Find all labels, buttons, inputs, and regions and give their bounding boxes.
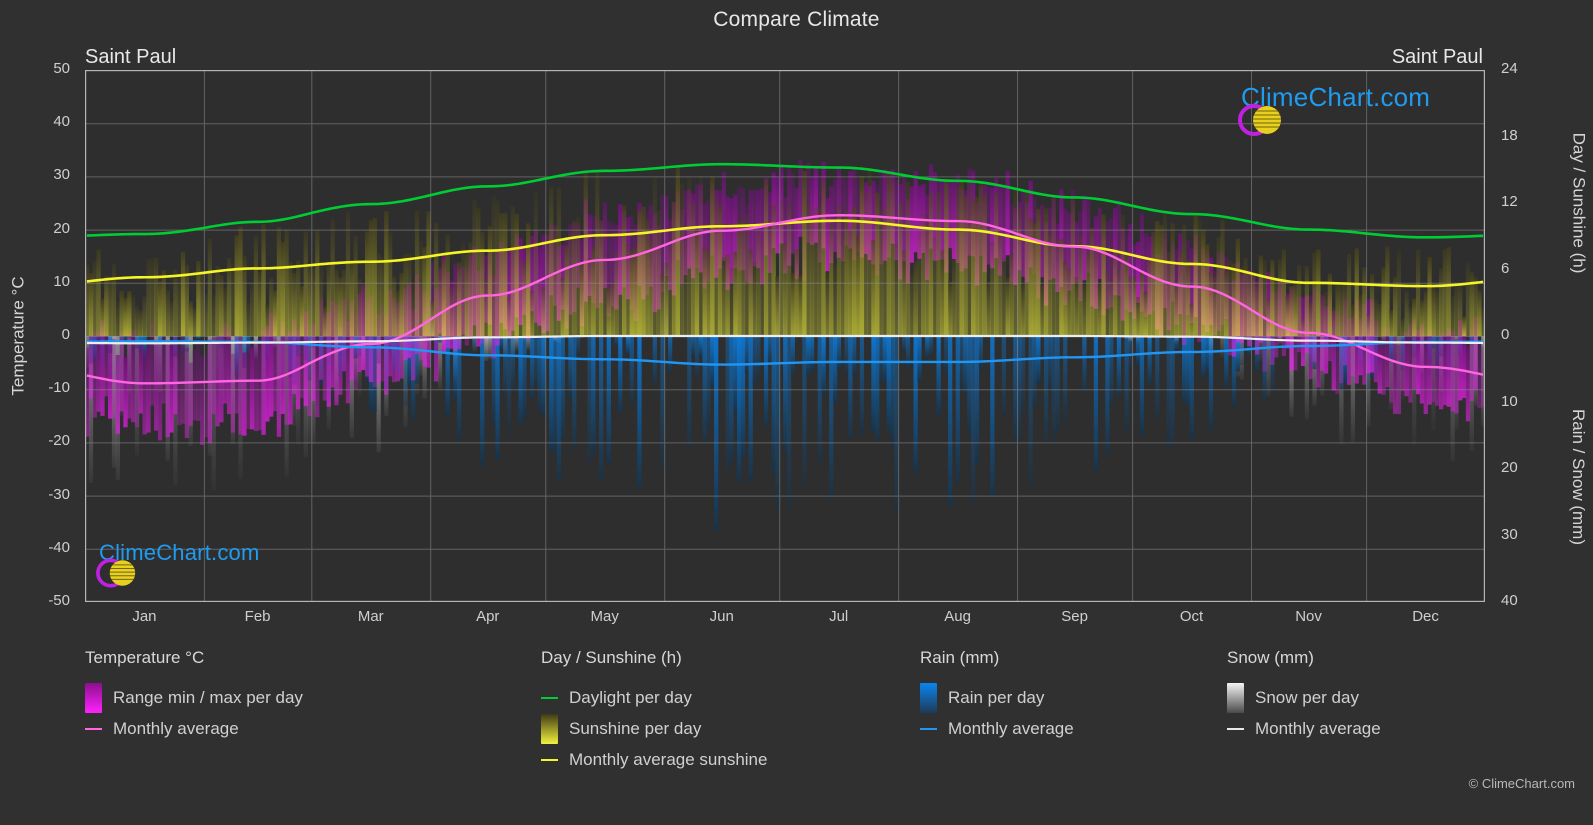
legend-item-rain-average[interactable]: Monthly average: [920, 713, 1074, 744]
legend-group-rain: Rain (mm) Rain per day Monthly average: [920, 648, 1074, 744]
legend-label-temp-range: Range min / max per day: [113, 687, 303, 707]
climechart-logo-top: ClimeChart.com: [1235, 82, 1430, 136]
legend-label-sunshine-average: Monthly average sunshine: [569, 749, 768, 769]
y-tick-right-mm-10: 10: [1501, 392, 1518, 410]
legend-head-snow: Snow (mm): [1227, 648, 1314, 667]
legend-group-temperature: Temperature °C Range min / max per day M…: [85, 648, 303, 744]
x-tick-dec: Dec: [1412, 608, 1439, 625]
temp-range-swatch: [85, 682, 102, 713]
y-tick-right-hours-0: 0: [1501, 326, 1510, 343]
chart-legend: Temperature °C Range min / max per day M…: [0, 648, 1593, 798]
y-axis-title-right-top: Day / Sunshine (h): [1569, 132, 1589, 274]
y-tick-left-40: 40: [53, 113, 70, 131]
sunshine-average-line-swatch: [541, 745, 558, 775]
legend-head-temperature: Temperature °C: [85, 648, 205, 667]
y-axis-title-right-bottom: Rain / Snow (mm): [1569, 408, 1588, 546]
sunshine-swatch: [541, 713, 558, 744]
legend-label-rain: Rain per day: [948, 687, 1045, 707]
legend-group-snow: Snow (mm) Snow per day Monthly average: [1227, 648, 1381, 744]
y-tick-left-30: 30: [53, 166, 70, 184]
legend-label-daylight: Daylight per day: [569, 687, 692, 707]
y-tick-left-neg40: -40: [48, 538, 70, 556]
y-tick-left-neg10: -10: [48, 379, 70, 397]
legend-item-sunshine-average[interactable]: Monthly average sunshine: [541, 744, 767, 775]
y-tick-right-mm-30: 30: [1501, 525, 1518, 543]
snow-average-line-swatch: [1227, 714, 1244, 744]
x-tick-oct: Oct: [1179, 608, 1204, 625]
page-title: Compare Climate: [713, 8, 880, 31]
snow-swatch: [1227, 682, 1244, 713]
y-tick-right-mm-20: 20: [1501, 459, 1518, 476]
legend-item-snow-average[interactable]: Monthly average: [1227, 713, 1381, 744]
y-tick-left-20: 20: [53, 219, 70, 237]
legend-item-daylight[interactable]: Daylight per day: [541, 682, 767, 713]
city-label-left: Saint Paul: [85, 46, 177, 68]
y-tick-right-hours-12: 12: [1501, 193, 1518, 210]
climate-chart-page: Compare Climate Saint Paul Saint Paul Cl…: [0, 0, 1593, 825]
x-tick-feb: Feb: [244, 608, 271, 625]
y-tick-right-hours-24: 24: [1501, 60, 1518, 77]
legend-label-sunshine: Sunshine per day: [569, 718, 702, 738]
legend-item-rain[interactable]: Rain per day: [920, 682, 1074, 713]
daylight-line-swatch: [541, 683, 558, 713]
y-tick-left-neg20: -20: [48, 432, 70, 450]
y-tick-left-10: 10: [53, 272, 70, 290]
y-tick-right-mm-40: 40: [1501, 592, 1518, 609]
rain-swatch: [920, 682, 937, 713]
y-tick-left-neg30: -30: [48, 485, 70, 503]
rain-average-line-swatch: [920, 714, 937, 744]
legend-item-sunshine[interactable]: Sunshine per day: [541, 713, 767, 744]
city-label-right: Saint Paul: [1391, 46, 1483, 68]
legend-label-snow: Snow per day: [1255, 687, 1359, 707]
x-tick-mar: Mar: [357, 608, 384, 625]
x-tick-jun: Jun: [709, 608, 734, 625]
y-tick-right-hours-18: 18: [1501, 126, 1518, 144]
legend-head-sunshine: Day / Sunshine (h): [541, 648, 682, 667]
copyright-notice: © ClimeChart.com: [1468, 776, 1575, 791]
y-tick-left-50: 50: [53, 60, 70, 77]
x-tick-apr: Apr: [476, 608, 500, 625]
legend-label-snow-average: Monthly average: [1255, 718, 1381, 738]
x-tick-nov: Nov: [1295, 608, 1322, 625]
legend-item-snow[interactable]: Snow per day: [1227, 682, 1381, 713]
y-tick-right-hours-6: 6: [1501, 259, 1510, 277]
x-tick-aug: Aug: [944, 608, 971, 625]
climechart-logo-bottom: ClimeChart.com: [93, 540, 260, 588]
legend-label-temp-average: Monthly average: [113, 718, 239, 738]
x-tick-jul: Jul: [829, 608, 849, 625]
legend-item-temp-average[interactable]: Monthly average: [85, 713, 303, 744]
x-tick-may: May: [590, 608, 619, 625]
legend-item-temp-range[interactable]: Range min / max per day: [85, 682, 303, 713]
legend-head-rain: Rain (mm): [920, 648, 1000, 667]
chart-plot-area[interactable]: ClimeChart.com ClimeChart.com: [85, 70, 1485, 602]
legend-label-rain-average: Monthly average: [948, 718, 1074, 738]
legend-group-sunshine: Day / Sunshine (h) Daylight per day Suns…: [541, 648, 767, 775]
x-tick-jan: Jan: [132, 608, 157, 625]
temp-average-line-swatch: [85, 714, 102, 744]
y-tick-left-neg50: -50: [48, 592, 70, 609]
y-tick-left-0: 0: [61, 326, 70, 343]
x-tick-sep: Sep: [1061, 608, 1088, 625]
chart-svg: [85, 70, 1485, 602]
